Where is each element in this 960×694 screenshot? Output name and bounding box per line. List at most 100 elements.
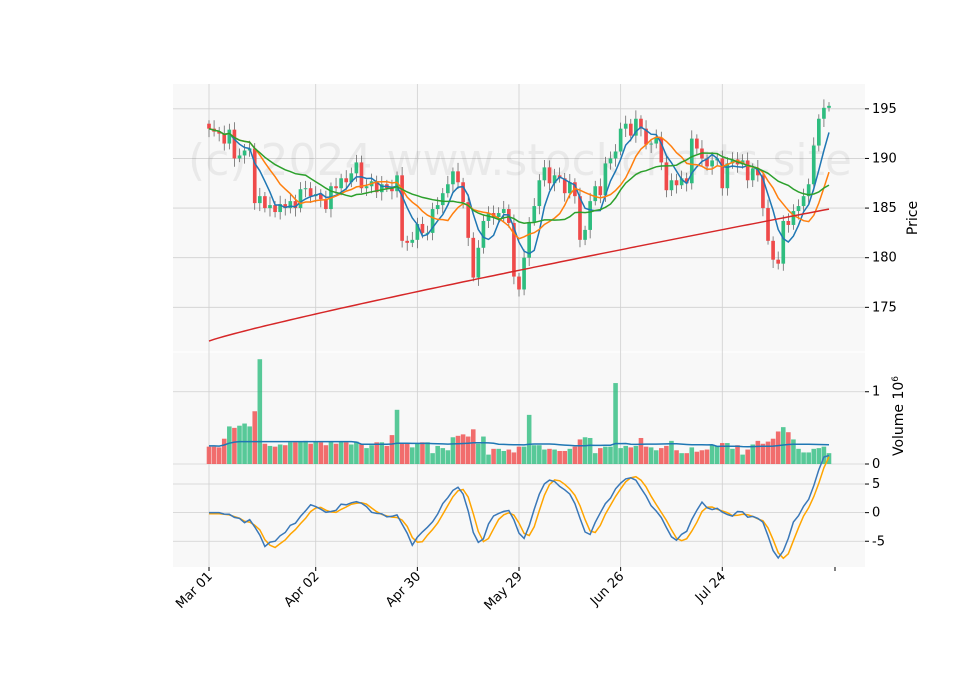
candle-body bbox=[354, 162, 359, 174]
volume-bar bbox=[298, 441, 303, 464]
volume-bar bbox=[425, 442, 430, 464]
volume-bar bbox=[359, 443, 364, 464]
volume-bar bbox=[603, 446, 608, 464]
volume-bar bbox=[404, 443, 410, 464]
volume-bar bbox=[430, 453, 435, 464]
volume-bar bbox=[714, 445, 720, 464]
candle-body bbox=[263, 196, 267, 209]
volume-bar bbox=[303, 440, 308, 464]
volume-bar bbox=[806, 452, 811, 464]
candle-body bbox=[440, 193, 445, 206]
volume-bar bbox=[699, 450, 705, 464]
x-tick-label: May 29 bbox=[482, 569, 526, 613]
volume-bar bbox=[653, 450, 659, 464]
volume-bar bbox=[801, 452, 806, 464]
volume-bar bbox=[415, 443, 420, 464]
candle-body bbox=[578, 196, 582, 240]
candle-body bbox=[669, 180, 674, 191]
y-tick-label: 175 bbox=[872, 300, 897, 315]
volume-bar bbox=[735, 445, 740, 464]
volume-bar bbox=[664, 445, 669, 464]
volume-bar bbox=[740, 454, 745, 464]
volume-bar bbox=[674, 450, 679, 464]
volume-bar bbox=[313, 441, 319, 464]
y-tick-label: 185 bbox=[872, 201, 897, 216]
volume-bar bbox=[750, 444, 756, 464]
y-tick-label: 1 bbox=[872, 385, 880, 400]
volume-bar bbox=[374, 442, 379, 464]
chart-canvas: (c) 2024 www.stockcharts.site 1751801851… bbox=[173, 84, 921, 613]
volume-bar bbox=[333, 443, 339, 464]
volume-bar bbox=[709, 444, 715, 464]
candle-body bbox=[476, 247, 481, 278]
volume-bar bbox=[633, 445, 639, 464]
volume-bar bbox=[567, 448, 573, 464]
volume-bar bbox=[440, 448, 446, 464]
candle-body bbox=[649, 143, 653, 145]
volume-bar bbox=[745, 449, 750, 464]
candle-body bbox=[776, 259, 781, 264]
candle-body bbox=[522, 257, 526, 290]
volume-bar bbox=[262, 443, 268, 464]
volume-bar bbox=[598, 448, 603, 464]
y-tick-label: 5 bbox=[872, 477, 880, 492]
volume-bar bbox=[816, 448, 822, 464]
candle-body bbox=[628, 123, 633, 136]
candle-body bbox=[745, 160, 750, 181]
volume-bar bbox=[216, 447, 222, 464]
candle-body bbox=[324, 199, 328, 210]
candle-body bbox=[257, 196, 262, 204]
y-tick-label: 0 bbox=[872, 457, 880, 472]
volume-bar bbox=[384, 445, 390, 464]
candle-body bbox=[501, 209, 506, 214]
volume-bar bbox=[496, 448, 501, 464]
volume-bar bbox=[765, 441, 771, 464]
volume-bar bbox=[531, 445, 537, 464]
volume-bar bbox=[659, 448, 664, 464]
volume-bar bbox=[450, 437, 456, 464]
volume-bar bbox=[323, 445, 329, 464]
volume-bar bbox=[679, 453, 684, 464]
candle-body bbox=[344, 178, 349, 183]
volume-bar bbox=[288, 442, 293, 464]
volume-bar bbox=[572, 446, 578, 464]
volume-bar bbox=[237, 425, 242, 464]
candle-body bbox=[618, 128, 623, 152]
volume-axis-label: Volume 106 bbox=[891, 376, 907, 456]
volume-bar bbox=[343, 442, 349, 464]
volume-bar bbox=[501, 450, 507, 464]
y-tick-label: -5 bbox=[872, 534, 885, 549]
volume-bar bbox=[476, 443, 481, 464]
volume-bar bbox=[791, 439, 796, 464]
candle-body bbox=[405, 240, 410, 243]
volume-bar bbox=[557, 450, 562, 464]
candle-body bbox=[593, 186, 598, 202]
candle-body bbox=[227, 129, 232, 144]
volume-bar bbox=[445, 450, 451, 464]
volume-bar bbox=[267, 445, 273, 464]
candle-body bbox=[801, 196, 806, 207]
candle-body bbox=[410, 239, 415, 243]
candle-body bbox=[334, 186, 338, 189]
y-tick-label: 180 bbox=[872, 251, 897, 266]
volume-bar bbox=[338, 441, 344, 464]
candle-body bbox=[207, 123, 211, 129]
candle-body bbox=[496, 213, 501, 218]
candle-body bbox=[298, 189, 303, 209]
volume-bar bbox=[227, 426, 232, 464]
volume-bar bbox=[542, 449, 547, 464]
volume-bar bbox=[486, 454, 491, 464]
candle-body bbox=[517, 276, 521, 290]
volume-bar bbox=[389, 435, 395, 464]
volume-bar bbox=[491, 448, 496, 464]
candle-body bbox=[674, 180, 679, 186]
candle-body bbox=[822, 107, 826, 119]
candle-body bbox=[308, 188, 313, 197]
volume-bar bbox=[811, 448, 817, 464]
volume-bar bbox=[409, 447, 415, 464]
candle-body bbox=[471, 237, 476, 278]
volume-bar bbox=[460, 434, 466, 464]
volume-bar bbox=[648, 447, 654, 464]
candle-body bbox=[232, 129, 237, 159]
volume-bar bbox=[455, 435, 461, 464]
